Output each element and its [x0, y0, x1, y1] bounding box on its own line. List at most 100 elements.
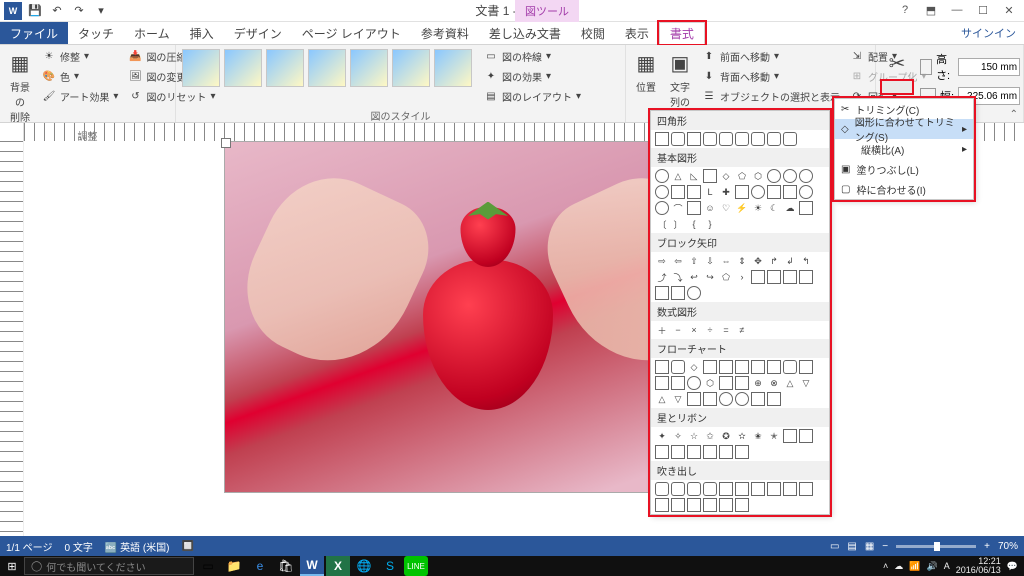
shape-display[interactable] [767, 392, 781, 406]
qat-undo-icon[interactable]: ↶ [48, 2, 66, 20]
shape-terminator[interactable] [783, 360, 797, 374]
shape-callout[interactable] [799, 482, 813, 496]
view-web-icon[interactable]: ▦ [865, 541, 874, 552]
shape-arrow[interactable] [751, 270, 765, 284]
corrections-button[interactable]: ☀修整 ▾ [38, 47, 122, 66]
shape-direct-access[interactable] [751, 392, 765, 406]
crop-button[interactable]: ✂ [880, 47, 914, 95]
shape-hexagon[interactable]: ⬡ [751, 169, 765, 183]
shape-arrow[interactable]: ↰ [799, 254, 813, 268]
shape-sort[interactable]: ▽ [799, 376, 813, 390]
view-read-icon[interactable]: ▭ [830, 541, 839, 552]
shape-equals[interactable]: = [719, 323, 733, 337]
selection-pane-button[interactable]: ☰オブジェクトの選択と表示 [698, 87, 844, 106]
shape-rounded-rect[interactable] [671, 132, 685, 146]
shape-frame[interactable] [687, 185, 701, 199]
start-button[interactable]: ⊞ [2, 556, 22, 576]
tray-onedrive-icon[interactable]: ☁ [894, 561, 903, 572]
taskbar-skype-icon[interactable]: S [378, 556, 402, 576]
tab-view[interactable]: 表示 [615, 22, 659, 44]
shape-rect[interactable] [719, 132, 733, 146]
shape-plus[interactable]: ＋ [655, 323, 669, 337]
shape-decision[interactable]: ◇ [687, 360, 701, 374]
shape-arrow[interactable] [655, 286, 669, 300]
shape-delay[interactable] [703, 392, 717, 406]
view-print-icon[interactable]: ▤ [847, 541, 856, 552]
shape-connector[interactable] [687, 376, 701, 390]
shape-folded-corner[interactable] [687, 201, 701, 215]
shape-cloud[interactable]: ☁ [783, 201, 797, 215]
shape-ribbon[interactable] [703, 445, 717, 459]
shape-dodecagon[interactable] [655, 185, 669, 199]
shape-document[interactable] [751, 360, 765, 374]
shape-extract[interactable]: △ [655, 392, 669, 406]
shape-rect[interactable] [783, 132, 797, 146]
shape-callout[interactable] [655, 498, 669, 512]
tab-touch[interactable]: タッチ [68, 22, 124, 44]
shape-ribbon[interactable] [783, 429, 797, 443]
artistic-effects-button[interactable]: 🖌アート効果 ▾ [38, 87, 122, 106]
shape-star[interactable]: ✦ [655, 429, 669, 443]
tray-notifications-icon[interactable]: 💬 [1007, 561, 1018, 572]
shape-divide[interactable]: ÷ [703, 323, 717, 337]
shape-callout[interactable] [767, 482, 781, 496]
shape-minus[interactable]: − [671, 323, 685, 337]
shape-offpage[interactable]: ⬡ [703, 376, 717, 390]
shape-cube[interactable] [767, 185, 781, 199]
signin-link[interactable]: サインイン [953, 22, 1024, 44]
shape-arrow[interactable] [671, 286, 685, 300]
shape-heptagon[interactable] [767, 169, 781, 183]
qat-redo-icon[interactable]: ↷ [70, 2, 88, 20]
tab-page-layout[interactable]: ページ レイアウト [292, 22, 411, 44]
status-words[interactable]: 0 文字 [64, 539, 92, 554]
menu-fit[interactable]: ▢枠に合わせる(I) [835, 179, 973, 199]
shape-lightning[interactable]: ⚡ [735, 201, 749, 215]
tray-volume-icon[interactable]: 🔊 [927, 561, 938, 572]
shape-callout[interactable] [687, 482, 701, 496]
shape-mag-disk[interactable] [735, 392, 749, 406]
bring-forward-button[interactable]: ⬆前面へ移動 ▾ [698, 47, 844, 66]
shape-smiley[interactable]: ☺ [703, 201, 717, 215]
shape-oval[interactable] [655, 169, 669, 183]
remove-background-button[interactable]: ▦ 背景の 削除 [4, 47, 36, 126]
taskbar-store-icon[interactable]: 🛍 [274, 556, 298, 576]
shape-star[interactable]: ☆ [687, 429, 701, 443]
shape-callout[interactable] [735, 498, 749, 512]
shape-callout[interactable] [671, 498, 685, 512]
tab-insert[interactable]: 挿入 [180, 22, 224, 44]
shape-multiply[interactable]: × [687, 323, 701, 337]
shape-manual-input[interactable] [655, 376, 669, 390]
menu-crop-to-shape[interactable]: ◇図形に合わせてトリミング(S)▸ [835, 119, 973, 139]
style-thumb[interactable] [182, 49, 220, 87]
zoom-out-icon[interactable]: − [882, 541, 888, 552]
shape-process[interactable] [655, 360, 669, 374]
shape-star[interactable]: ✩ [703, 429, 717, 443]
shape-internal[interactable] [735, 360, 749, 374]
shape-rect[interactable] [735, 132, 749, 146]
shape-ribbon[interactable] [799, 429, 813, 443]
style-thumb[interactable] [266, 49, 304, 87]
shape-arrow-chevron[interactable]: › [735, 270, 749, 284]
status-record[interactable]: 🔲 [182, 541, 194, 552]
shape-callout[interactable] [719, 482, 733, 496]
shape-junction[interactable]: ⊕ [751, 376, 765, 390]
shape-rect[interactable] [703, 132, 717, 146]
shape-moon[interactable]: ☾ [767, 201, 781, 215]
menu-fill[interactable]: ▣塗りつぶし(L) [835, 159, 973, 179]
position-button[interactable]: ▦位置 [630, 47, 662, 96]
taskbar-line-icon[interactable]: LINE [404, 556, 428, 576]
help-icon[interactable]: ? [896, 4, 914, 17]
shape-star[interactable]: ✫ [735, 429, 749, 443]
taskbar-excel-icon[interactable]: X [326, 556, 350, 576]
shape-prep[interactable] [799, 360, 813, 374]
shape-star[interactable]: ✧ [671, 429, 685, 443]
system-tray[interactable]: ˄ ☁ 📶 🔊 A 12:21 2016/06/13 💬 [883, 557, 1022, 575]
vertical-ruler[interactable] [0, 141, 24, 536]
shape-star[interactable]: ✬ [751, 429, 765, 443]
shape-arrow[interactable] [767, 270, 781, 284]
shape-arrow-pentagon[interactable]: ⬠ [719, 270, 733, 284]
status-language[interactable]: 🔤 英語 (米国) [105, 539, 170, 554]
taskbar-edge-icon[interactable]: e [248, 556, 272, 576]
shape-callout[interactable] [751, 482, 765, 496]
shape-predef[interactable] [719, 360, 733, 374]
